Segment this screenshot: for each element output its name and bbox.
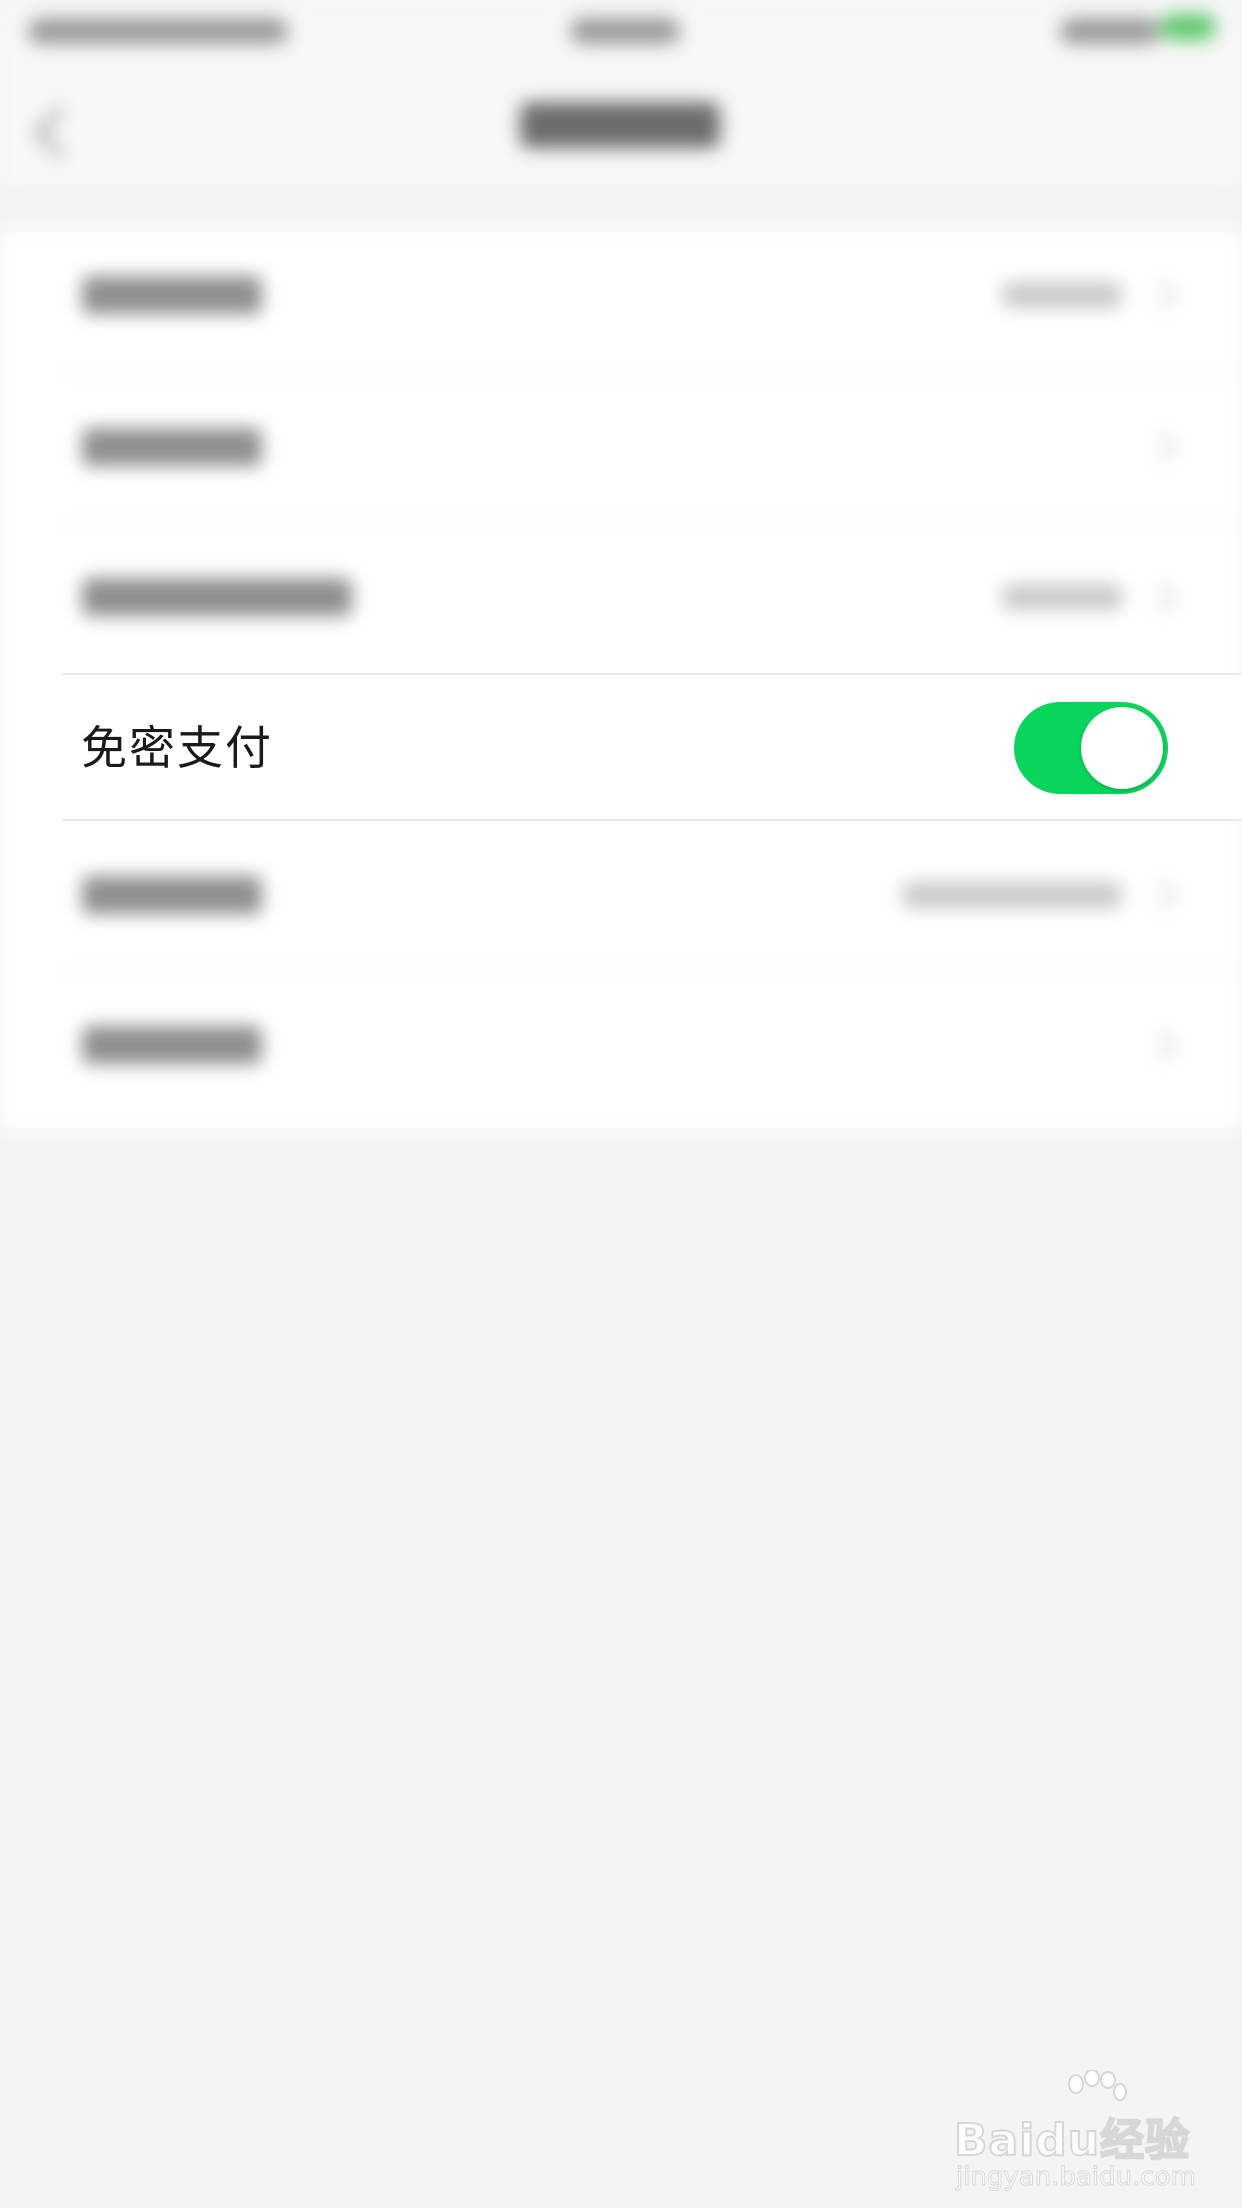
row-label-blob	[82, 578, 352, 616]
back-chevron-icon[interactable]	[34, 107, 85, 158]
settings-row-blurred[interactable]	[0, 970, 1242, 1120]
settings-row-blurred[interactable]	[0, 820, 1242, 970]
row-value-blob	[1002, 584, 1122, 610]
nav-title-blob	[520, 102, 720, 148]
navigation-bar	[0, 60, 1242, 192]
chevron-right-icon	[1145, 431, 1177, 463]
settings-row-blurred[interactable]	[0, 372, 1242, 522]
watermark-url: jingyan.baidu.com	[956, 2162, 1197, 2193]
row-label-blob	[82, 276, 262, 314]
settings-row-blurred[interactable]	[0, 522, 1242, 672]
chevron-right-icon	[1145, 879, 1177, 911]
password-free-payment-label: 免密支付	[81, 721, 273, 775]
status-time-blob	[570, 18, 680, 44]
status-carrier-blob	[28, 18, 288, 44]
battery-icon	[1160, 14, 1216, 40]
settings-row-blurred[interactable]	[0, 220, 1242, 370]
baidu-jingyan-watermark: Baidu经验 jingyan.baidu.com	[950, 2070, 1196, 2193]
row-label-blob	[82, 1026, 262, 1064]
chevron-right-icon	[1145, 1029, 1177, 1061]
status-signal-blob	[1060, 18, 1160, 44]
blurred-background	[0, 0, 1242, 1150]
watermark-brand: Baidu经验	[953, 2114, 1191, 2167]
chevron-right-icon	[1145, 279, 1177, 311]
row-label-blob	[82, 876, 262, 914]
row-value-blob	[902, 882, 1122, 908]
row-value-blob	[1002, 282, 1122, 308]
toggle-knob[interactable]	[1081, 707, 1163, 789]
row-label-blob	[82, 428, 262, 466]
password-free-payment-row[interactable]: 免密支付	[62, 673, 1242, 821]
chevron-right-icon	[1145, 581, 1177, 613]
password-free-payment-toggle[interactable]	[1014, 702, 1168, 794]
status-bar	[0, 0, 1242, 60]
